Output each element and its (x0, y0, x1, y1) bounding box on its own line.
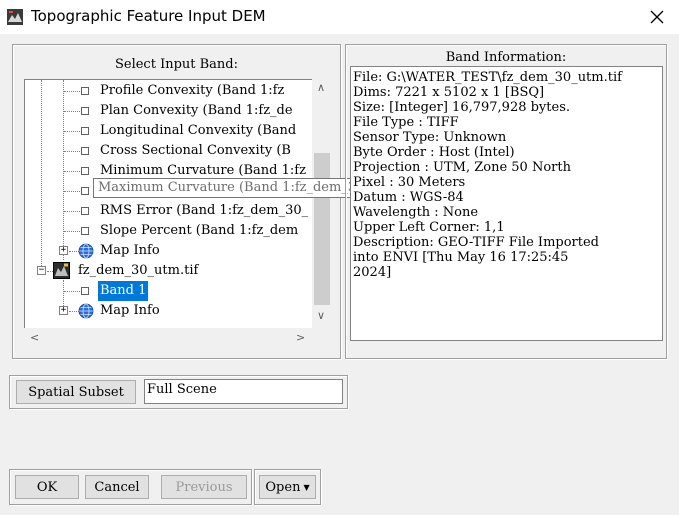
image-file-icon (53, 262, 70, 279)
info-line: File Type : TIFF (353, 115, 459, 130)
title-bar: Topographic Feature Input DEM (0, 0, 679, 34)
info-line: Datum : WGS-84 (353, 190, 464, 205)
cancel-button[interactable]: Cancel (85, 475, 149, 499)
band-tree[interactable]: Profile Convexity (Band 1:fz Plan Convex… (24, 79, 332, 348)
tree-item-label: Profile Convexity (Band 1:fz (100, 83, 285, 98)
band-checkbox[interactable] (81, 127, 89, 135)
tree-item-label: Map Info (100, 243, 160, 258)
band-checkbox[interactable] (81, 207, 89, 215)
info-line: Description: GEO-TIFF File Imported (353, 235, 599, 250)
band-checkbox[interactable] (81, 187, 89, 195)
open-button[interactable]: Open ▼ (259, 475, 316, 499)
tree-item-file[interactable]: − fz_dem_30_utm.tif (25, 261, 325, 281)
scroll-down-icon[interactable]: ∨ (317, 309, 325, 322)
tree-item-band[interactable]: Profile Convexity (Band 1:fz (25, 81, 325, 101)
tree-connector (64, 211, 82, 212)
tree-connector (64, 191, 82, 192)
band-info-title: Band Information: (445, 50, 567, 65)
tree-item-map-info[interactable]: + Map Info (25, 301, 325, 321)
band-checkbox[interactable] (81, 107, 89, 115)
tree-item-band[interactable]: RMS Error (Band 1:fz_dem_30_ (25, 201, 325, 221)
tree-horizontal-scrollbar[interactable]: < > (24, 328, 312, 348)
scrollbar-corner (312, 328, 332, 348)
tree-item-band[interactable]: Longitudinal Convexity (Band (25, 121, 325, 141)
scroll-right-icon[interactable]: > (296, 331, 305, 344)
expand-icon[interactable]: + (59, 246, 68, 255)
ok-button[interactable]: OK (15, 475, 79, 499)
tree-item-label: Plan Convexity (Band 1:fz_de (100, 103, 293, 118)
band-checkbox[interactable] (81, 227, 89, 235)
tree-item-band[interactable]: Band 1 (25, 281, 325, 301)
tree-item-band[interactable]: Plan Convexity (Band 1:fz_de (25, 101, 325, 121)
envi-app-icon (7, 9, 23, 25)
subset-value-field: Full Scene (144, 379, 343, 404)
tree-connector (64, 171, 82, 172)
tree-item-label: Slope Percent (Band 1:fz_dem (100, 223, 299, 238)
tree-connector (64, 111, 82, 112)
tree-connector (64, 91, 82, 92)
select-band-title: Select Input Band: (114, 57, 239, 72)
band-info-text: File: G:\WATER_TEST\fz_dem_30_utm.tif Di… (350, 66, 663, 341)
info-line: 2024] (353, 265, 392, 280)
window-title: Topographic Feature Input DEM (31, 7, 266, 25)
close-button[interactable] (640, 4, 674, 30)
open-button-label: Open (265, 479, 301, 495)
tree-connector (64, 291, 82, 292)
band-checkbox[interactable] (81, 287, 89, 295)
info-line: into ENVI [Thu May 16 17:25:45 (353, 250, 569, 265)
tree-item-label: RMS Error (Band 1:fz_dem_30_ (100, 203, 309, 218)
tree-connector (64, 151, 82, 152)
info-line: Dims: 7221 x 5102 x 1 [BSQ] (353, 85, 545, 100)
info-line: File: G:\WATER_TEST\fz_dem_30_utm.tif (353, 70, 622, 85)
band-checkbox[interactable] (81, 87, 89, 95)
globe-icon (78, 243, 94, 259)
dropdown-arrow-icon: ▼ (303, 482, 310, 492)
band-checkbox[interactable] (81, 147, 89, 155)
scroll-left-icon[interactable]: < (30, 331, 39, 344)
tree-item-band[interactable]: Cross Sectional Convexity (B (25, 141, 325, 161)
band-checkbox[interactable] (81, 167, 89, 175)
info-line: Byte Order : Host (Intel) (353, 145, 515, 160)
info-line: Projection : UTM, Zone 50 North (353, 160, 571, 175)
collapse-icon[interactable]: − (37, 266, 46, 275)
tree-item-map-info[interactable]: + Map Info (25, 241, 325, 261)
tree-connector (64, 231, 82, 232)
tree-vertical-scrollbar[interactable]: ∧ ∨ (312, 79, 332, 328)
tree-item-band[interactable]: Slope Percent (Band 1:fz_dem (25, 221, 325, 241)
info-line: Sensor Type: Unknown (353, 130, 507, 145)
info-line: Pixel : 30 Meters (353, 175, 466, 190)
expand-icon[interactable]: + (59, 306, 68, 315)
globe-icon (78, 303, 94, 319)
info-line: Size: [Integer] 16,797,928 bytes. (353, 100, 571, 115)
info-line: Upper Left Corner: 1,1 (353, 220, 505, 235)
tree-item-label-selected: Band 1 (98, 281, 149, 301)
tree-connector (64, 131, 82, 132)
info-line: Wavelength : None (353, 205, 479, 220)
tree-item-label: Longitudinal Convexity (Band (100, 123, 297, 138)
tree-item-label: fz_dem_30_utm.tif (78, 263, 199, 278)
scroll-thumb[interactable] (314, 153, 330, 305)
scroll-up-icon[interactable]: ∧ (317, 81, 325, 94)
previous-button[interactable]: Previous (161, 475, 247, 499)
close-icon (650, 10, 664, 24)
tree-item-label: Map Info (100, 303, 160, 318)
dialog-window: Topographic Feature Input DEM Select Inp… (0, 0, 679, 515)
tree-item-label: Cross Sectional Convexity (B (100, 143, 291, 158)
spatial-subset-button[interactable]: Spatial Subset (16, 380, 136, 404)
